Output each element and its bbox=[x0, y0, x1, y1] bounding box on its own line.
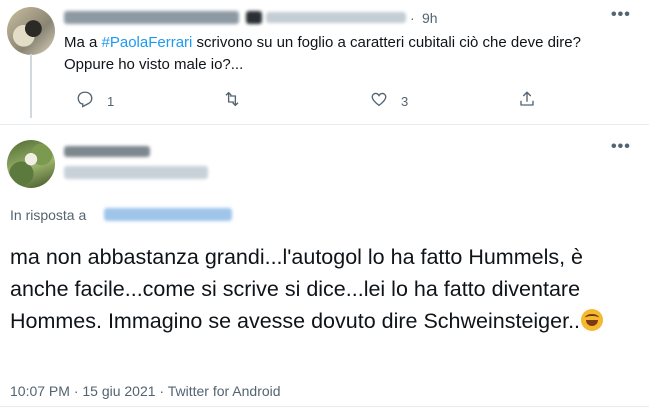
share-icon bbox=[520, 91, 534, 106]
author-name-blurred[interactable] bbox=[64, 11, 239, 24]
author-handle-blurred[interactable] bbox=[266, 12, 406, 23]
author-handle-blurred[interactable] bbox=[64, 166, 208, 179]
divider bbox=[0, 124, 649, 125]
like-icon bbox=[371, 92, 387, 107]
tweet-text: ma non abbastanza grandi...l'autogol lo … bbox=[10, 241, 640, 337]
rolling-on-floor-laughing-icon bbox=[581, 309, 604, 331]
like-count: 3 bbox=[401, 94, 409, 109]
avatar[interactable] bbox=[7, 7, 55, 55]
thread-connector bbox=[30, 54, 32, 118]
avatar[interactable] bbox=[7, 140, 55, 188]
hashtag-link[interactable]: #PaolaFerrari bbox=[102, 34, 193, 51]
tweet-body: ma non abbastanza grandi...l'autogol lo … bbox=[10, 245, 584, 333]
replying-to-label: In risposta a bbox=[10, 207, 87, 223]
reply-icon bbox=[77, 91, 93, 108]
tweet-text-before: Ma a bbox=[64, 34, 102, 51]
retweet-icon bbox=[225, 91, 239, 107]
reply-button[interactable] bbox=[76, 90, 94, 108]
more-options-icon[interactable]: ••• bbox=[611, 7, 631, 23]
more-options-icon[interactable]: ••• bbox=[611, 139, 631, 155]
share-button[interactable] bbox=[518, 90, 536, 108]
author-name-blurred[interactable] bbox=[64, 146, 150, 157]
like-button[interactable] bbox=[370, 90, 388, 108]
retweet-button[interactable] bbox=[223, 90, 241, 108]
reply-count: 1 bbox=[107, 94, 115, 109]
divider bbox=[0, 406, 649, 407]
tweet-metadata[interactable]: 10:07 PM · 15 giu 2021 · Twitter for And… bbox=[10, 383, 281, 399]
tweet-text: Ma a #PaolaFerrari scrivono su un foglio… bbox=[64, 32, 604, 76]
separator-dot: · bbox=[410, 10, 415, 26]
replying-to-handle-blurred[interactable] bbox=[104, 208, 232, 221]
author-name-blurred bbox=[246, 11, 262, 24]
tweet-time[interactable]: 9h bbox=[422, 10, 438, 26]
